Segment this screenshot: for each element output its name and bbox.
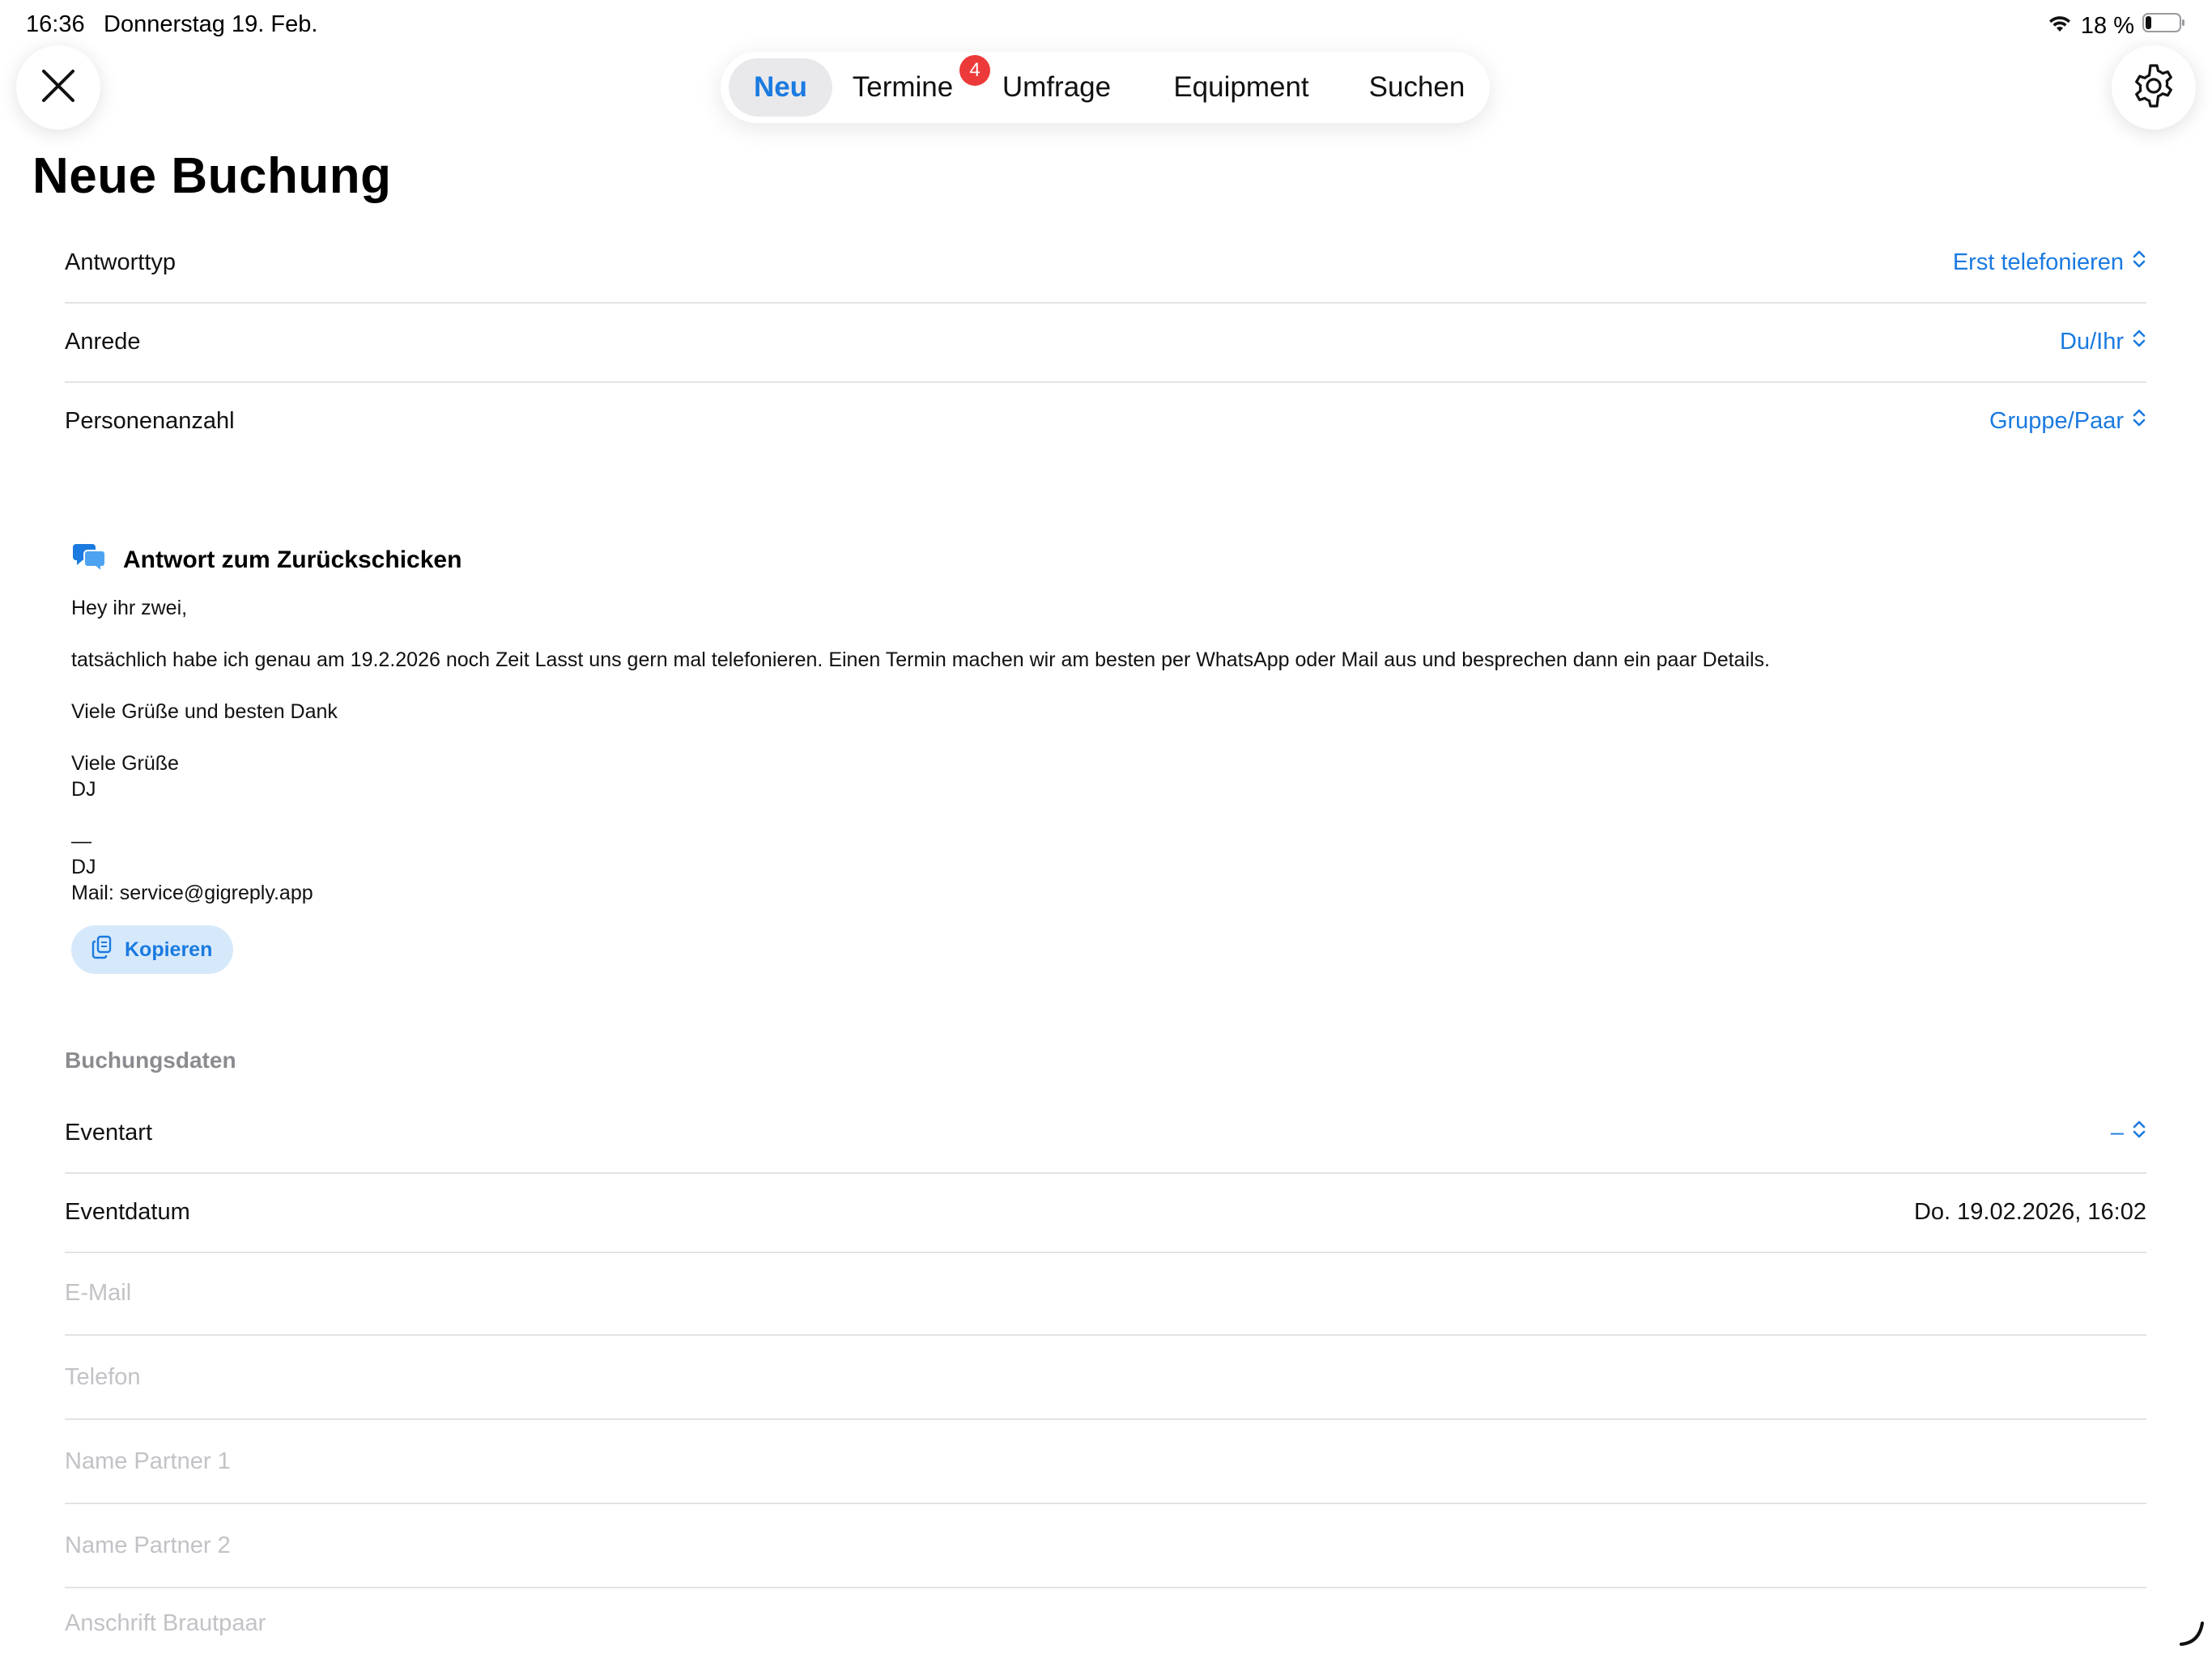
salutation-picker[interactable]: Du/Ihr	[2060, 302, 2146, 381]
copy-icon	[91, 935, 113, 965]
battery-icon	[2142, 11, 2186, 40]
phone-field[interactable]	[65, 1336, 2146, 1418]
chat-bubbles-icon	[71, 542, 107, 577]
battery-percentage: 18 %	[2080, 12, 2134, 39]
partner1-name-field[interactable]	[65, 1420, 2146, 1503]
picker-value: Du/Ihr	[2060, 328, 2124, 355]
wifi-icon	[2047, 12, 2073, 40]
event-type-row[interactable]: Eventart –	[65, 1093, 2146, 1174]
close-button[interactable]	[16, 45, 100, 130]
email-field-row	[65, 1252, 2146, 1336]
response-text: Hey ihr zwei, tatsächlich habe ich genau…	[71, 597, 1770, 904]
status-indicators: 18 %	[2047, 11, 2186, 40]
tab-label: Umfrage	[1002, 71, 1112, 103]
person-count-row[interactable]: Personenanzahl Gruppe/Paar	[65, 381, 2146, 461]
event-date-row[interactable]: Eventdatum Do. 19.02.2026, 16:02	[65, 1172, 2146, 1253]
person-count-picker[interactable]: Gruppe/Paar	[1989, 381, 2146, 461]
tab-label: Termine	[852, 71, 954, 103]
tab-termine[interactable]: Termine	[842, 52, 963, 123]
event-date-picker[interactable]: Do. 19.02.2026, 16:02	[1914, 1172, 2146, 1252]
tab-label: Suchen	[1368, 71, 1465, 103]
row-label: Antworttyp	[65, 249, 176, 275]
salutation-row[interactable]: Anrede Du/Ihr	[65, 302, 2146, 383]
tab-umfrage[interactable]: Umfrage	[988, 52, 1125, 123]
row-label: Anrede	[65, 329, 141, 355]
picker-value: Gruppe/Paar	[1989, 407, 2124, 434]
tab-label: Neu	[753, 71, 808, 103]
address-field[interactable]	[65, 1588, 2146, 1658]
tab-label: Equipment	[1173, 71, 1309, 103]
row-label: Eventart	[65, 1120, 152, 1146]
answer-type-row[interactable]: Antworttyp Erst telefonieren	[65, 223, 2146, 304]
partner2-name-field[interactable]	[65, 1504, 2146, 1587]
chevron-up-down-icon	[2132, 249, 2146, 276]
answer-type-picker[interactable]: Erst telefonieren	[1953, 223, 2146, 302]
tab-neu[interactable]: Neu	[729, 58, 832, 117]
response-header: Antwort zum Zurückschicken	[71, 542, 462, 577]
event-type-picker[interactable]: –	[2111, 1093, 2146, 1172]
tab-equipment[interactable]: Equipment	[1156, 52, 1326, 123]
phone-field-row	[65, 1336, 2146, 1420]
chevron-up-down-icon	[2132, 407, 2146, 435]
row-label: Personenanzahl	[65, 408, 235, 434]
resize-handle-icon[interactable]	[2178, 1620, 2206, 1652]
tab-suchen[interactable]: Suchen	[1352, 52, 1482, 123]
status-time: 16:36	[26, 11, 85, 37]
partner1-field-row	[65, 1420, 2146, 1504]
row-label: Eventdatum	[65, 1199, 190, 1225]
settings-button[interactable]	[2112, 45, 2196, 130]
notification-badge: 4	[959, 55, 990, 86]
response-title: Antwort zum Zurückschicken	[123, 546, 462, 573]
status-date: Donnerstag 19. Feb.	[104, 11, 318, 37]
chevron-up-down-icon	[2132, 328, 2146, 355]
page-title: Neue Buchung	[32, 148, 392, 204]
gear-icon	[2130, 62, 2177, 113]
copy-button[interactable]: Kopieren	[71, 925, 234, 974]
address-field-row	[65, 1588, 2146, 1658]
partner2-field-row	[65, 1504, 2146, 1588]
close-icon	[40, 67, 77, 108]
email-field[interactable]	[65, 1252, 2146, 1334]
picker-value: –	[2110, 1119, 2124, 1146]
segmented-tab-bar: Neu Termine 4 Umfrage Equipment Suchen	[721, 52, 1490, 123]
copy-label: Kopieren	[125, 937, 213, 961]
picker-value: Erst telefonieren	[1952, 249, 2124, 275]
chevron-up-down-icon	[2132, 1119, 2146, 1146]
section-heading: Buchungsdaten	[65, 1048, 236, 1073]
